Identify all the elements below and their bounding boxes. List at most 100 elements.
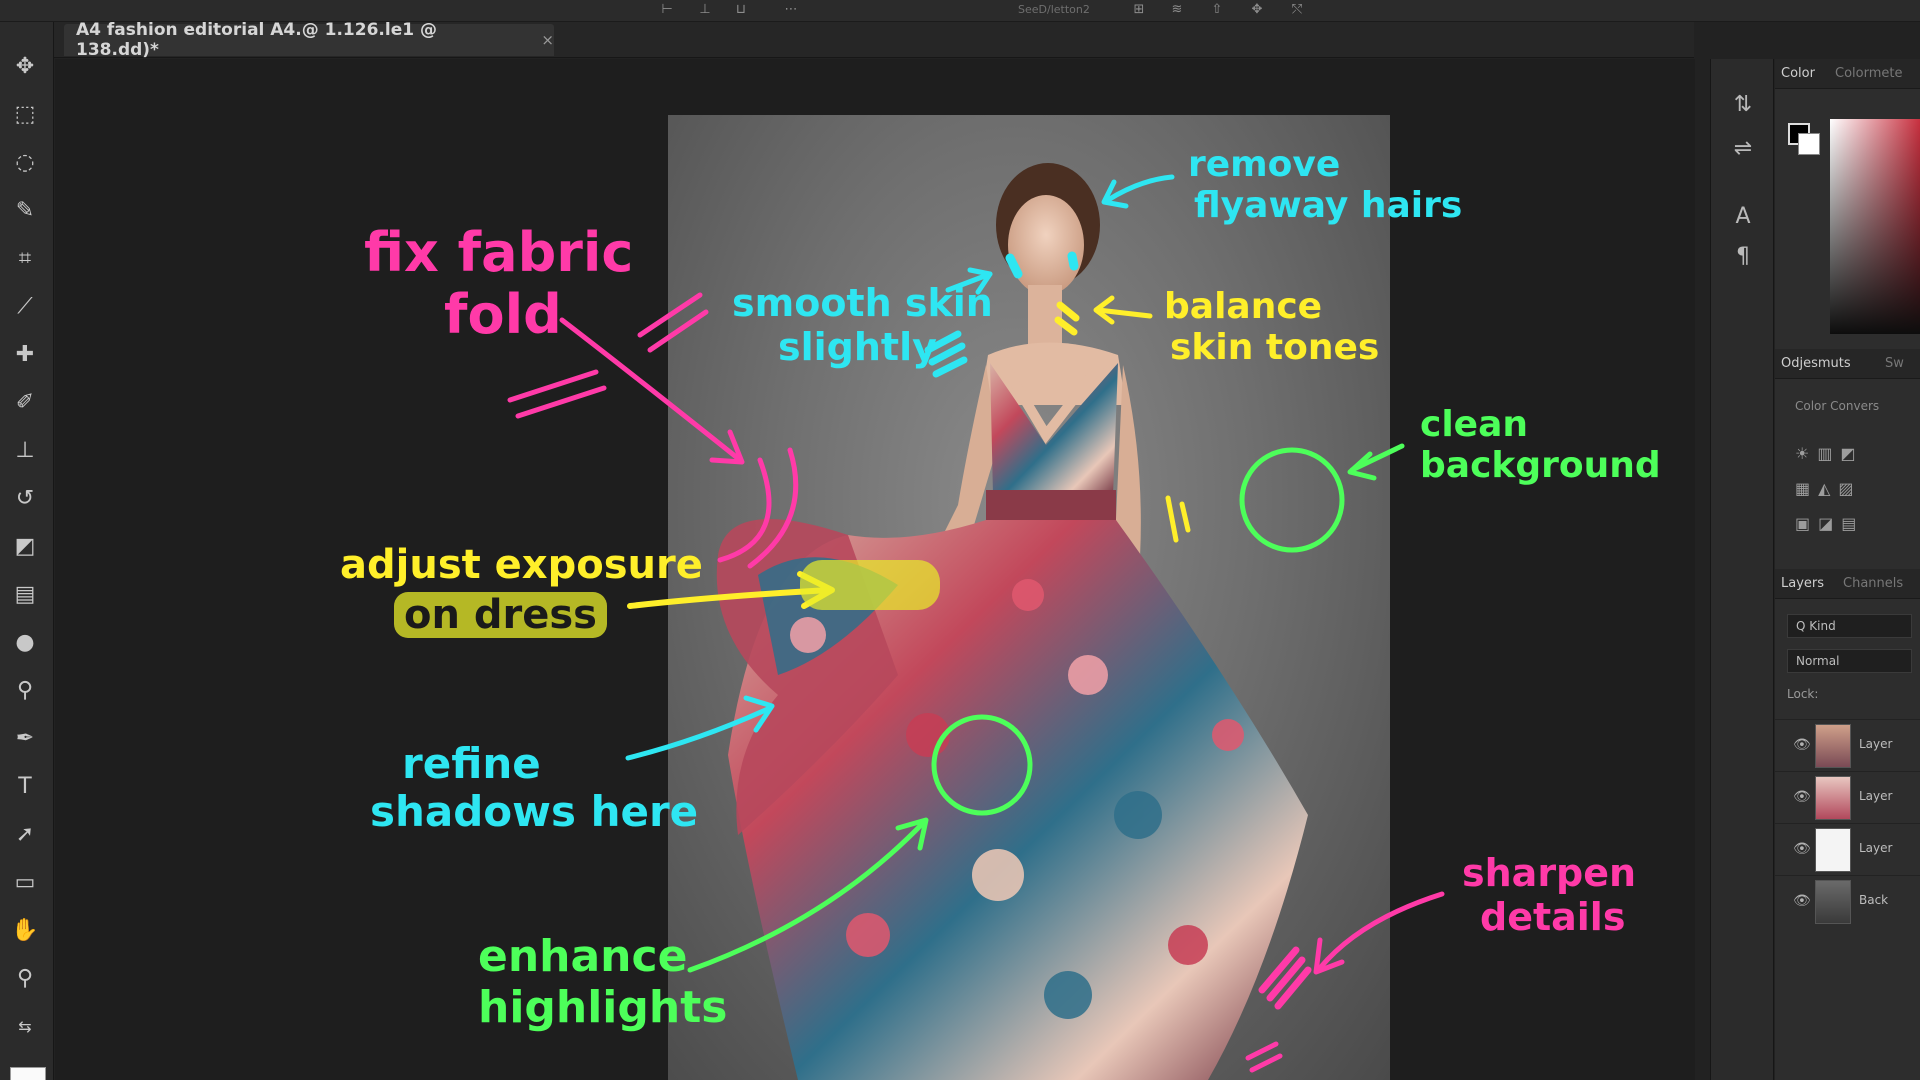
annotation-line: fold [444, 283, 562, 347]
layer-name: Layer [1859, 737, 1893, 751]
layer-row[interactable]: 👁 Layer [1775, 719, 1920, 771]
healing-icon[interactable]: ✚ [8, 338, 42, 372]
panel-background-swatch[interactable] [1798, 133, 1820, 155]
visibility-eye-icon[interactable]: 👁 [1793, 789, 1811, 805]
tab-layers[interactable]: Layers [1781, 576, 1824, 591]
adjustment-icons-row-3[interactable]: ▣◪▤ [1795, 514, 1915, 536]
annotation-remove-flyaway-hairs: remove flyaway hairs [1188, 144, 1462, 227]
annotation-clean-background: clean background [1420, 404, 1661, 487]
lasso-icon[interactable]: ◌ [8, 146, 42, 180]
eraser-icon[interactable]: ◩ [8, 530, 42, 564]
align-center-icon[interactable]: ⊥ [694, 2, 716, 18]
annotation-line: fix fabric [364, 221, 634, 284]
document-tab-title: A4 fashion editorial A4.@ 1.126.le1 @ 13… [76, 20, 437, 60]
annotation-line: smooth skin [732, 281, 993, 325]
history-icon[interactable]: ⇅ [1729, 91, 1757, 119]
annotation-refine-shadows: refine shadows here [370, 739, 699, 837]
dodge-icon[interactable]: ⚲ [8, 674, 42, 708]
zoom-icon[interactable]: ⚲ [8, 962, 42, 996]
align-bottom-icon[interactable]: ⊔ [730, 2, 752, 18]
fashion-photo[interactable] [668, 115, 1390, 1080]
layer-row[interactable]: 👁 Layer [1775, 823, 1920, 875]
annotation-line: sharpen [1462, 851, 1637, 895]
options-field[interactable]: SeeD/letton2 [1018, 3, 1090, 16]
visibility-eye-icon[interactable]: 👁 [1793, 893, 1811, 909]
annotation-line: enhance [478, 931, 688, 982]
character-icon[interactable]: A [1729, 203, 1757, 231]
layer-row[interactable]: 👁 Back [1775, 875, 1920, 927]
rotate-3d-icon[interactable]: ≋ [1166, 2, 1188, 18]
foreground-color-swatch[interactable] [10, 1067, 46, 1080]
adjustment-icons-row-2[interactable]: ▦◭▨ [1795, 479, 1915, 501]
annotation-enhance-highlights: enhance highlights [478, 931, 728, 1033]
lock-label: Lock: [1787, 687, 1819, 701]
annotation-sharpen-details: sharpen details [1462, 851, 1637, 939]
model-illustration [716, 163, 1308, 1080]
color-panel-tabs: Color Colormete [1775, 59, 1920, 89]
layer-row[interactable]: 👁 Layer [1775, 771, 1920, 823]
annotation-line: balance [1164, 286, 1323, 327]
paragraph-icon[interactable]: ¶ [1729, 243, 1757, 271]
document-tab[interactable]: A4 fashion editorial A4.@ 1.126.le1 @ 13… [64, 20, 554, 60]
photo-editor-window: ⊢ ⊥ ⊔ ⋯ SeeD/letton2 ⊞ ≋ ⇧ ✥ ⤲ ✥ ⬚ ◌ ✎ ⌗… [0, 0, 1920, 1080]
move-icon[interactable]: ✥ [8, 50, 42, 84]
layer-name: Layer [1859, 789, 1893, 803]
annotation-line: remove [1188, 144, 1341, 185]
tab-swatches[interactable]: Sw [1885, 356, 1904, 371]
annotation-adjust-exposure: adjust exposure on dress [340, 542, 703, 638]
annotation-line: adjust exposure [340, 542, 703, 588]
drag-3d-icon[interactable]: ✥ [1246, 2, 1268, 18]
blur-icon[interactable]: ● [8, 626, 42, 660]
adjustment-icons-row-1[interactable]: ☀▥◩ [1795, 444, 1915, 466]
slide-3d-icon[interactable]: ⤲ [1286, 2, 1308, 18]
annotation-line: refine [402, 739, 541, 788]
roll-3d-icon[interactable]: ⇧ [1206, 2, 1228, 18]
tab-adjustments[interactable]: Odjesmuts [1781, 356, 1851, 371]
tab-colormeter[interactable]: Colormete [1835, 66, 1902, 81]
close-icon[interactable]: × [541, 31, 554, 49]
layer-name: Layer [1859, 841, 1893, 855]
blend-mode-select[interactable]: Normal [1787, 649, 1912, 673]
annotation-line: details [1480, 894, 1626, 939]
3d-mode-icon[interactable]: ⊞ [1128, 2, 1150, 18]
layer-name: Back [1859, 893, 1889, 907]
path-select-icon[interactable]: ➚ [8, 818, 42, 852]
properties-icon[interactable]: ⇌ [1729, 135, 1757, 163]
annotation-line: skin tones [1170, 327, 1380, 369]
adjustments-panel-tabs: Odjesmuts Sw [1775, 349, 1920, 379]
history-brush-icon[interactable]: ↺ [8, 482, 42, 516]
visibility-eye-icon[interactable]: 👁 [1793, 737, 1811, 753]
layer-thumbnail [1815, 828, 1851, 872]
eyedropper-icon[interactable]: ⟋ [8, 290, 42, 324]
marquee-icon[interactable]: ⬚ [8, 98, 42, 132]
crop-icon[interactable]: ⌗ [8, 242, 42, 276]
annotation-line: slightly [778, 324, 937, 369]
brush-icon[interactable]: ✐ [8, 386, 42, 420]
annotation-line: highlights [478, 981, 728, 1033]
tab-color[interactable]: Color [1781, 66, 1815, 81]
color-picker-field[interactable] [1830, 119, 1920, 334]
document-tab-bar: A4 fashion editorial A4.@ 1.126.le1 @ 13… [54, 20, 1694, 60]
layer-thumbnail [1815, 724, 1851, 768]
rectangle-icon[interactable]: ▭ [8, 866, 42, 900]
layer-kind-filter[interactable]: Q Kind [1787, 614, 1912, 638]
visibility-eye-icon[interactable]: 👁 [1793, 841, 1811, 857]
align-left-icon[interactable]: ⊢ [656, 2, 678, 18]
panel-icon-strip: ⇅ ⇌ A ¶ [1710, 59, 1774, 1080]
options-bar: ⊢ ⊥ ⊔ ⋯ SeeD/letton2 ⊞ ≋ ⇧ ✥ ⤲ [0, 0, 1920, 22]
tools-panel: ✥ ⬚ ◌ ✎ ⌗ ⟋ ✚ ✐ ⊥ ↺ ◩ ▤ ● ⚲ ✒ T ➚ ▭ ✋ ⚲ … [0, 22, 54, 1080]
annotation-line: shadows here [370, 787, 699, 837]
tab-channels[interactable]: Channels [1843, 576, 1903, 591]
layers-panel-tabs: Layers Channels [1775, 569, 1920, 599]
gradient-icon[interactable]: ▤ [8, 578, 42, 612]
annotation-balance-skin-tones: balance skin tones [1164, 286, 1379, 369]
more-options-icon[interactable]: ⋯ [780, 2, 802, 18]
stamp-icon[interactable]: ⊥ [8, 434, 42, 468]
quick-select-icon[interactable]: ✎ [8, 194, 42, 228]
pen-icon[interactable]: ✒ [8, 722, 42, 756]
swap-colors-icon[interactable]: ⇆ [8, 1010, 42, 1044]
type-icon[interactable]: T [8, 770, 42, 804]
hand-icon[interactable]: ✋ [8, 914, 42, 948]
annotation-fix-fabric: fix fabric fold [364, 221, 634, 347]
right-panels: Color Colormete Odjesmuts Sw Color Conve… [1775, 59, 1920, 1080]
